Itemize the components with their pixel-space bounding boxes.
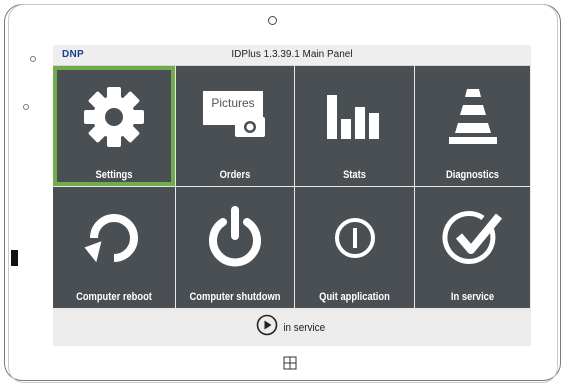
tile-label: Quit application [319,291,390,303]
tile-label: Stats [343,169,366,181]
play-circle-icon [256,314,278,341]
bar-chart-icon [295,86,414,148]
in-service-button[interactable]: in service [256,314,327,341]
computer-reboot-tile[interactable]: Computer reboot [53,187,176,309]
gear-icon [53,86,175,148]
settings-tile[interactable]: Settings [53,66,176,187]
power-icon [176,206,294,269]
tile-label: In service [450,291,495,303]
orders-tile[interactable]: Pictures Orders [176,66,295,187]
tile-label: Settings [95,169,133,181]
quit-icon [295,207,414,269]
diagnostics-tile[interactable]: Diagnostics [415,66,531,187]
quit-application-tile[interactable]: Quit application [295,187,415,309]
sensor-dot-icon [23,104,29,110]
tile-label: Orders [219,169,251,181]
sensor-dot-icon [30,56,36,62]
checkmark-icon [415,207,530,269]
tile-grid: Settings Pictures Orders Stats Diagnosti… [53,66,531,309]
footer-label: in service [283,321,326,334]
pictures-icon-text: Pictures [211,96,254,110]
windows-key-icon[interactable] [283,356,297,370]
footer-bar: in service [53,309,531,346]
tile-label: Computer shutdown [189,291,281,303]
in-service-tile[interactable]: In service [415,187,531,309]
window-title: IDPlus 1.3.39.1 Main Panel [231,49,353,60]
tile-label: Diagnostics [445,169,499,181]
reboot-icon [53,207,175,269]
camera-icon [268,16,277,25]
side-button [11,250,18,266]
title-bar: DNP IDPlus 1.3.39.1 Main Panel [53,45,531,66]
main-panel-window: DNP IDPlus 1.3.39.1 Main Panel Settings … [53,45,531,346]
traffic-cone-icon [415,86,530,148]
computer-shutdown-tile[interactable]: Computer shutdown [176,187,295,309]
tile-label: Computer reboot [76,291,152,303]
stats-tile[interactable]: Stats [295,66,415,187]
pictures-icon: Pictures [176,86,294,148]
